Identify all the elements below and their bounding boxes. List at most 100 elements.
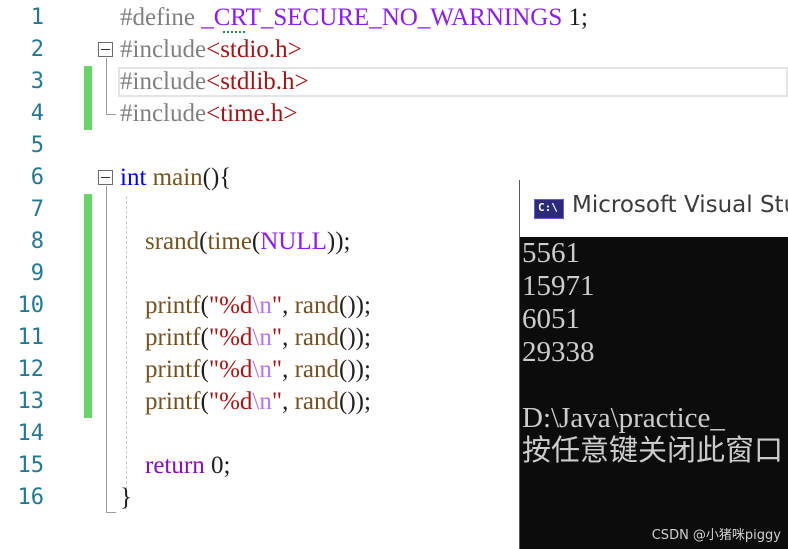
line-number: 7	[30, 197, 44, 222]
console-output-line: 29338	[522, 336, 595, 368]
console-output-line: 15971	[522, 270, 595, 302]
code-token: rand	[294, 292, 339, 319]
code-line[interactable]: 1 #define _CRT_SECURE_NO_WARNINGS 1;	[0, 2, 788, 34]
line-number: 8	[30, 229, 44, 254]
code-token: ,	[282, 324, 295, 351]
console-output: 5561 15971 6051 29338 D:\Java\practice_ 按任意键关…	[522, 237, 788, 468]
line-number: 13	[17, 389, 45, 414]
code-token: }	[120, 484, 132, 511]
code-token: return	[145, 452, 205, 479]
code-token: "	[271, 356, 283, 383]
code-token: printf	[145, 356, 201, 383]
code-text[interactable]: #define _CRT_SECURE_NO_WARNINGS 1;	[120, 2, 588, 34]
line-number: 10	[17, 293, 45, 318]
code-token: #include	[120, 36, 207, 63]
line-number: 14	[17, 421, 45, 446]
code-text[interactable]: return 0;	[120, 450, 230, 482]
code-token: ,	[282, 292, 295, 319]
line-number: 1	[30, 5, 44, 30]
code-token: (	[251, 228, 261, 255]
code-text[interactable]: }	[120, 482, 132, 514]
line-number: 16	[17, 485, 45, 510]
line-number: 15	[17, 453, 45, 478]
code-token: printf	[145, 324, 201, 351]
code-token: ());	[339, 388, 371, 415]
code-token: #include	[120, 100, 207, 127]
code-token: <time.h>	[206, 100, 298, 127]
code-token: ());	[339, 292, 371, 319]
code-token: time	[207, 228, 252, 255]
code-token: ,	[282, 356, 295, 383]
code-token: ());	[339, 356, 371, 383]
code-token: ,	[282, 388, 295, 415]
code-line[interactable]: 3 #include<stdlib.h>	[0, 66, 788, 98]
code-token: #include	[120, 68, 207, 95]
line-number: 6	[30, 165, 44, 190]
line-number: 11	[17, 325, 45, 350]
code-text[interactable]: srand(time(NULL));	[120, 226, 351, 258]
console-app-icon-label: C:\	[538, 201, 558, 214]
code-text[interactable]: printf("%d\n", rand());	[120, 354, 371, 386]
code-token: \n	[252, 324, 272, 351]
code-token: "	[271, 388, 283, 415]
console-titlebar[interactable]: C:\ Microsoft Visual Stu	[520, 180, 788, 237]
code-token: <stdio.h>	[206, 36, 302, 63]
code-token: (	[200, 388, 209, 415]
line-number: 12	[17, 357, 45, 382]
code-token: #define	[120, 4, 202, 31]
code-token: "%d	[208, 388, 253, 415]
code-token: "%d	[208, 356, 253, 383]
code-token: <stdlib.h>	[206, 68, 309, 95]
code-line[interactable]: 4 #include<time.h>	[0, 98, 788, 130]
code-token: (	[200, 292, 209, 319]
console-output-line: D:\Java\practice_	[522, 402, 725, 434]
code-text[interactable]: int main(){	[120, 162, 231, 194]
line-number: 2	[30, 37, 44, 62]
code-token: ));	[326, 228, 351, 255]
code-token: "	[271, 292, 283, 319]
code-token: \n	[252, 292, 272, 319]
code-token: "	[271, 324, 283, 351]
code-token: 0;	[204, 452, 231, 479]
code-token: _CRT_SECURE_NO_WARNINGS	[201, 4, 563, 31]
code-text[interactable]: #include<time.h>	[120, 98, 297, 130]
code-line[interactable]: 2 #include<stdio.h>	[0, 34, 788, 66]
code-text[interactable]: printf("%d\n", rand());	[120, 322, 371, 354]
code-token: printf	[145, 292, 201, 319]
code-token: printf	[145, 388, 201, 415]
console-output-line: 6051	[522, 303, 580, 335]
console-title: Microsoft Visual Stu	[572, 192, 788, 218]
code-token: \n	[252, 388, 272, 415]
code-token: "%d	[208, 292, 253, 319]
code-token: main	[152, 164, 203, 191]
code-token: (	[200, 324, 209, 351]
watermark: CSDN @小猪咪piggy	[651, 528, 781, 543]
code-token: rand	[294, 356, 339, 383]
code-token: srand	[145, 228, 200, 255]
code-token: (	[200, 356, 209, 383]
code-token: rand	[294, 324, 339, 351]
line-number: 3	[30, 69, 44, 94]
code-text[interactable]: #include<stdio.h>	[120, 34, 302, 66]
code-text[interactable]: #include<stdlib.h>	[120, 66, 309, 98]
code-token: (){	[202, 164, 232, 191]
line-number: 9	[30, 261, 44, 286]
code-token: ());	[339, 324, 371, 351]
code-token: \n	[252, 356, 272, 383]
line-number: 4	[30, 101, 44, 126]
code-token: int	[120, 164, 147, 191]
code-text[interactable]: printf("%d\n", rand());	[120, 290, 371, 322]
console-window[interactable]: C:\ Microsoft Visual Stu 5561 15971 6051 29…	[519, 180, 788, 549]
code-token: 1;	[562, 4, 588, 31]
console-app-icon: C:\	[534, 199, 564, 219]
code-line[interactable]: 5	[0, 130, 788, 162]
line-number: 5	[30, 133, 44, 158]
console-output-line: 按任意键关闭此窗口	[522, 435, 784, 467]
code-text[interactable]: printf("%d\n", rand());	[120, 386, 371, 418]
